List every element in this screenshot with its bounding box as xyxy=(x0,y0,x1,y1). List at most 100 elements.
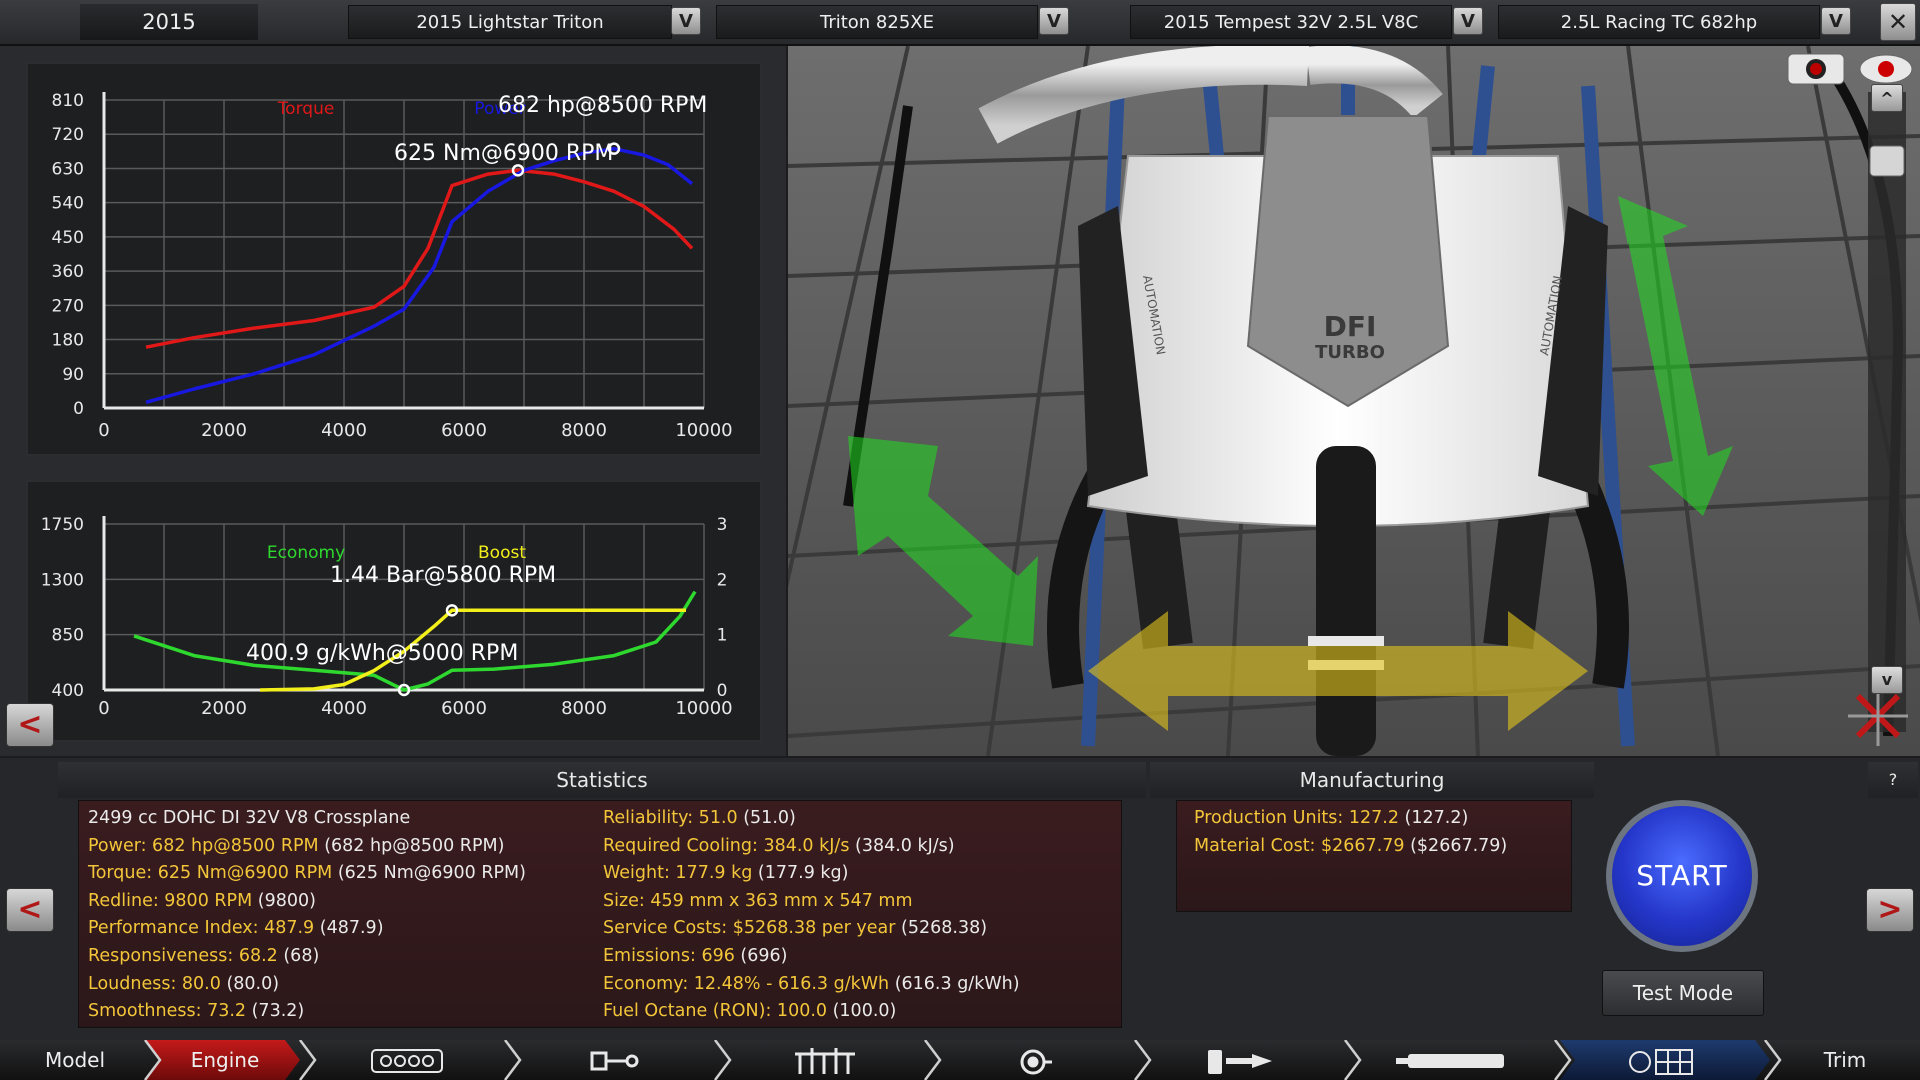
camera-icon[interactable] xyxy=(1787,53,1845,85)
statistics-box xyxy=(78,800,1122,1028)
chart-prev-button[interactable]: < xyxy=(6,703,54,747)
x-tick-label: 2000 xyxy=(201,420,247,441)
economy-boost-chart-panel: 0 2000 4000 6000 8000 10000 400 850 1300 1750 0 1 2 3… xyxy=(26,480,762,742)
y2-tick-label: 3 xyxy=(717,515,728,535)
nav-model-tab[interactable]: Model xyxy=(20,1040,130,1080)
y-tick-label: 450 xyxy=(52,228,84,248)
engine-family-selector-dropdown-button[interactable]: V xyxy=(1453,7,1483,35)
stat-label: Emissions: 696 xyxy=(603,946,735,966)
engine-family-selector[interactable]: 2015 Tempest 32V 2.5L V8C xyxy=(1130,5,1452,39)
stat-label: Performance Index: 487.9 xyxy=(88,918,315,939)
trim-selector[interactable]: Triton 825XE xyxy=(716,5,1038,39)
crank-rod-icon[interactable] xyxy=(590,1051,639,1071)
body-selector[interactable]: 2015 Lightstar Triton xyxy=(348,5,672,39)
stat-value: (51.0) xyxy=(737,808,796,828)
engine-3d-viewport[interactable]: DFI TURBO AUTOMATION AUTOMATION ^ v xyxy=(788,46,1920,756)
stat-value: (68) xyxy=(277,946,320,966)
stat-line: Emissions: 696 (696) xyxy=(603,946,787,966)
x-tick-label: 2000 xyxy=(201,698,247,719)
turbo-icon[interactable] xyxy=(1020,1049,1052,1075)
stat-value: (100.0) xyxy=(827,1001,897,1022)
start-button[interactable]: START xyxy=(1606,800,1758,952)
nav-trim-tab[interactable]: Trim xyxy=(1790,1040,1900,1080)
y-tick-label: 540 xyxy=(52,194,84,214)
legend-economy: Economy xyxy=(267,543,345,563)
x-tick-label: 4000 xyxy=(321,698,367,719)
peak-annotation: 1.44 Bar@5800 RPM xyxy=(330,563,556,588)
stat-value: (487.9) xyxy=(314,918,384,939)
economy-boost-chart: 0 2000 4000 6000 8000 10000 400 850 1300 1750 0 1 2 3… xyxy=(41,515,733,719)
stat-line: Economy: 12.48% - 616.3 g/kWh (616.3 g/k… xyxy=(603,974,1020,994)
x-tick-label: 8000 xyxy=(561,698,607,719)
y-tick-label: 810 xyxy=(52,91,84,111)
y-tick-label: 270 xyxy=(52,296,84,316)
stat-value: (127.2) xyxy=(1398,808,1469,828)
x-tick-label: 8000 xyxy=(561,420,607,441)
torque-power-chart: 0 2000 4000 6000 8000 10000 0 90 180 270 360 450 540… xyxy=(52,91,733,441)
y-tick-label: 400 xyxy=(52,681,84,701)
stat-line: Reliability: 51.0 (51.0) xyxy=(603,808,796,828)
stat-value: (9800) xyxy=(252,890,316,911)
stat-line: Responsiveness: 68.2 (68) xyxy=(88,946,319,966)
peak-annotation: 682 hp@8500 RPM xyxy=(498,93,707,118)
engine-badge-line2: TURBO xyxy=(1315,342,1385,363)
nav-engine-tab[interactable]: Engine xyxy=(160,1040,290,1080)
prev-page-button[interactable]: < xyxy=(6,888,54,932)
statistics-title: Statistics xyxy=(58,762,1146,798)
stat-value: (682 hp@8500 RPM) xyxy=(318,835,505,856)
stat-label: Reliability: 51.0 xyxy=(603,808,738,828)
stat-line: 2499 cc DOHC DI 32V V8 Crossplane xyxy=(88,808,410,828)
stat-line: Redline: 9800 RPM (9800) xyxy=(88,891,316,911)
stat-line: Power: 682 hp@8500 RPM (682 hp@8500 RPM) xyxy=(88,836,504,856)
manufacturing-title: Manufacturing xyxy=(1150,762,1594,798)
peak-annotation: 400.9 g/kWh@5000 RPM xyxy=(246,641,518,666)
scroll-up-button[interactable]: ^ xyxy=(1871,84,1903,112)
stat-label: Weight: 177.9 kg xyxy=(603,863,753,884)
next-page-button[interactable]: > xyxy=(1866,888,1914,932)
stat-line: Production Units: 127.2 (127.2) xyxy=(1194,808,1468,828)
stat-label: Power: 682 hp@8500 RPM xyxy=(88,835,319,856)
x-tick-label: 10000 xyxy=(675,698,732,719)
y-tick-label: 850 xyxy=(52,626,84,646)
stat-line: Torque: 625 Nm@6900 RPM (625 Nm@6900 RPM… xyxy=(88,863,526,883)
x-tick-label: 10000 xyxy=(675,420,732,441)
engine-variant-selector[interactable]: 2.5L Racing TC 682hp xyxy=(1498,5,1820,39)
legend-torque: Torque xyxy=(277,99,335,119)
series-torque xyxy=(145,168,694,349)
stat-label: Loudness: 80.0 xyxy=(88,973,221,994)
engine-badge-line1: DFI xyxy=(1324,310,1377,343)
stat-value: (384.0 kJ/s) xyxy=(849,835,955,856)
help-button[interactable]: ? xyxy=(1868,762,1918,798)
body-selector-dropdown-button[interactable]: V xyxy=(671,7,701,35)
stat-label: Redline: 9800 RPM xyxy=(88,890,253,911)
exhaust-icon[interactable] xyxy=(1396,1054,1504,1068)
year-display: 2015 xyxy=(80,4,258,40)
stat-label: Required Cooling: 384.0 kJ/s xyxy=(603,835,850,856)
engine-block-icon[interactable] xyxy=(371,1049,443,1073)
stat-line: Performance Index: 487.9 (487.9) xyxy=(88,918,384,938)
scroll-down-button[interactable]: v xyxy=(1871,666,1903,694)
eye-icon[interactable] xyxy=(1859,54,1913,84)
x-tick-label: 4000 xyxy=(321,420,367,441)
fuel-system-icon[interactable] xyxy=(1208,1050,1272,1074)
x-tick-label: 0 xyxy=(98,698,109,719)
stat-line: Size: 459 mm x 363 mm x 547 mm xyxy=(603,891,913,911)
stat-line: Service Costs: $5268.38 per year (5268.3… xyxy=(603,918,987,938)
stat-label: Smoothness: 73.2 xyxy=(88,1001,247,1022)
stat-label: Material Cost: $2667.79 xyxy=(1194,835,1405,856)
y2-tick-label: 1 xyxy=(717,626,728,646)
stat-value: (616.3 g/kWh) xyxy=(889,973,1020,994)
trim-selector-dropdown-button[interactable]: V xyxy=(1039,7,1069,35)
cylinder-head-icon[interactable] xyxy=(795,1048,855,1074)
y2-tick-label: 0 xyxy=(717,681,728,701)
y-tick-label: 630 xyxy=(52,159,84,179)
zoom-scroll-thumb[interactable] xyxy=(1869,145,1905,177)
stat-line: Fuel Octane (RON): 100.0 (100.0) xyxy=(603,1001,896,1021)
close-button[interactable]: ✕ xyxy=(1880,3,1916,41)
y-tick-label: 90 xyxy=(62,365,84,385)
stat-label: Fuel Octane (RON): 100.0 xyxy=(603,1001,828,1022)
y-tick-label: 360 xyxy=(52,262,84,282)
test-mode-button[interactable]: Test Mode xyxy=(1602,970,1764,1016)
engine-variant-selector-dropdown-button[interactable]: V xyxy=(1821,7,1851,35)
stat-value: (696) xyxy=(734,946,788,966)
